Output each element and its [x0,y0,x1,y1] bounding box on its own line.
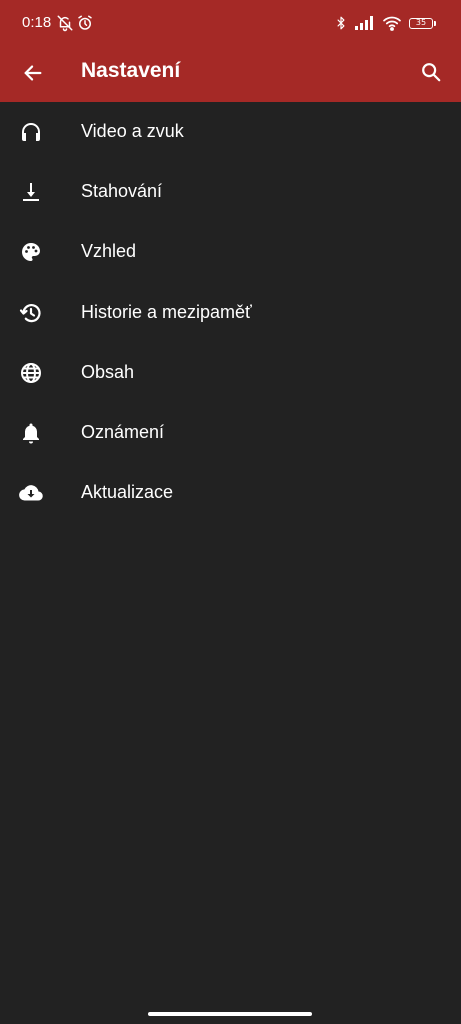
menu-item-label: Obsah [81,361,135,382]
settings-menu: Video a zvuk Stahování Vzhled Historie a… [0,102,461,523]
bell-icon [18,420,44,446]
menu-item-label: Oznámení [81,421,165,442]
menu-item-label: Stahování [81,181,163,202]
download-icon [18,179,44,205]
home-indicator[interactable] [148,1012,312,1016]
page-title: Nastavení [81,59,181,82]
signal-icon [355,16,375,30]
back-button[interactable] [18,58,48,88]
arrow-left-icon [22,62,44,84]
toolbar: Nastavení [0,46,461,102]
menu-item-label: Historie a mezipaměť [81,301,252,322]
app-header: 0:18 35 Nastavení [0,0,461,102]
menu-item-video-audio[interactable]: Video a zvuk [0,102,461,162]
menu-item-label: Aktualizace [81,482,174,503]
menu-item-appearance[interactable]: Vzhled [0,222,461,282]
globe-icon [18,360,44,386]
menu-item-label: Vzhled [81,241,137,262]
menu-item-content[interactable]: Obsah [0,343,461,403]
history-icon [18,300,44,326]
headphones-icon [18,119,44,145]
menu-item-notifications[interactable]: Oznámení [0,403,461,463]
menu-item-history-cache[interactable]: Historie a mezipaměť [0,283,461,343]
palette-icon [18,239,44,265]
alarm-icon [76,14,94,32]
status-bar: 0:18 35 [0,0,461,46]
bluetooth-icon [334,15,348,31]
menu-item-downloads[interactable]: Stahování [0,162,461,222]
battery-icon: 35 [409,17,436,29]
menu-item-updates[interactable]: Aktualizace [0,463,461,523]
search-icon [420,61,442,83]
cloud-download-icon [18,480,44,506]
menu-item-label: Video a zvuk [81,121,184,141]
wifi-icon [382,15,402,31]
bell-off-icon [56,14,74,32]
search-button[interactable] [415,56,447,88]
status-right-icons: 35 [334,14,436,32]
status-time: 0:18 [22,14,52,31]
battery-level: 35 [415,18,427,27]
